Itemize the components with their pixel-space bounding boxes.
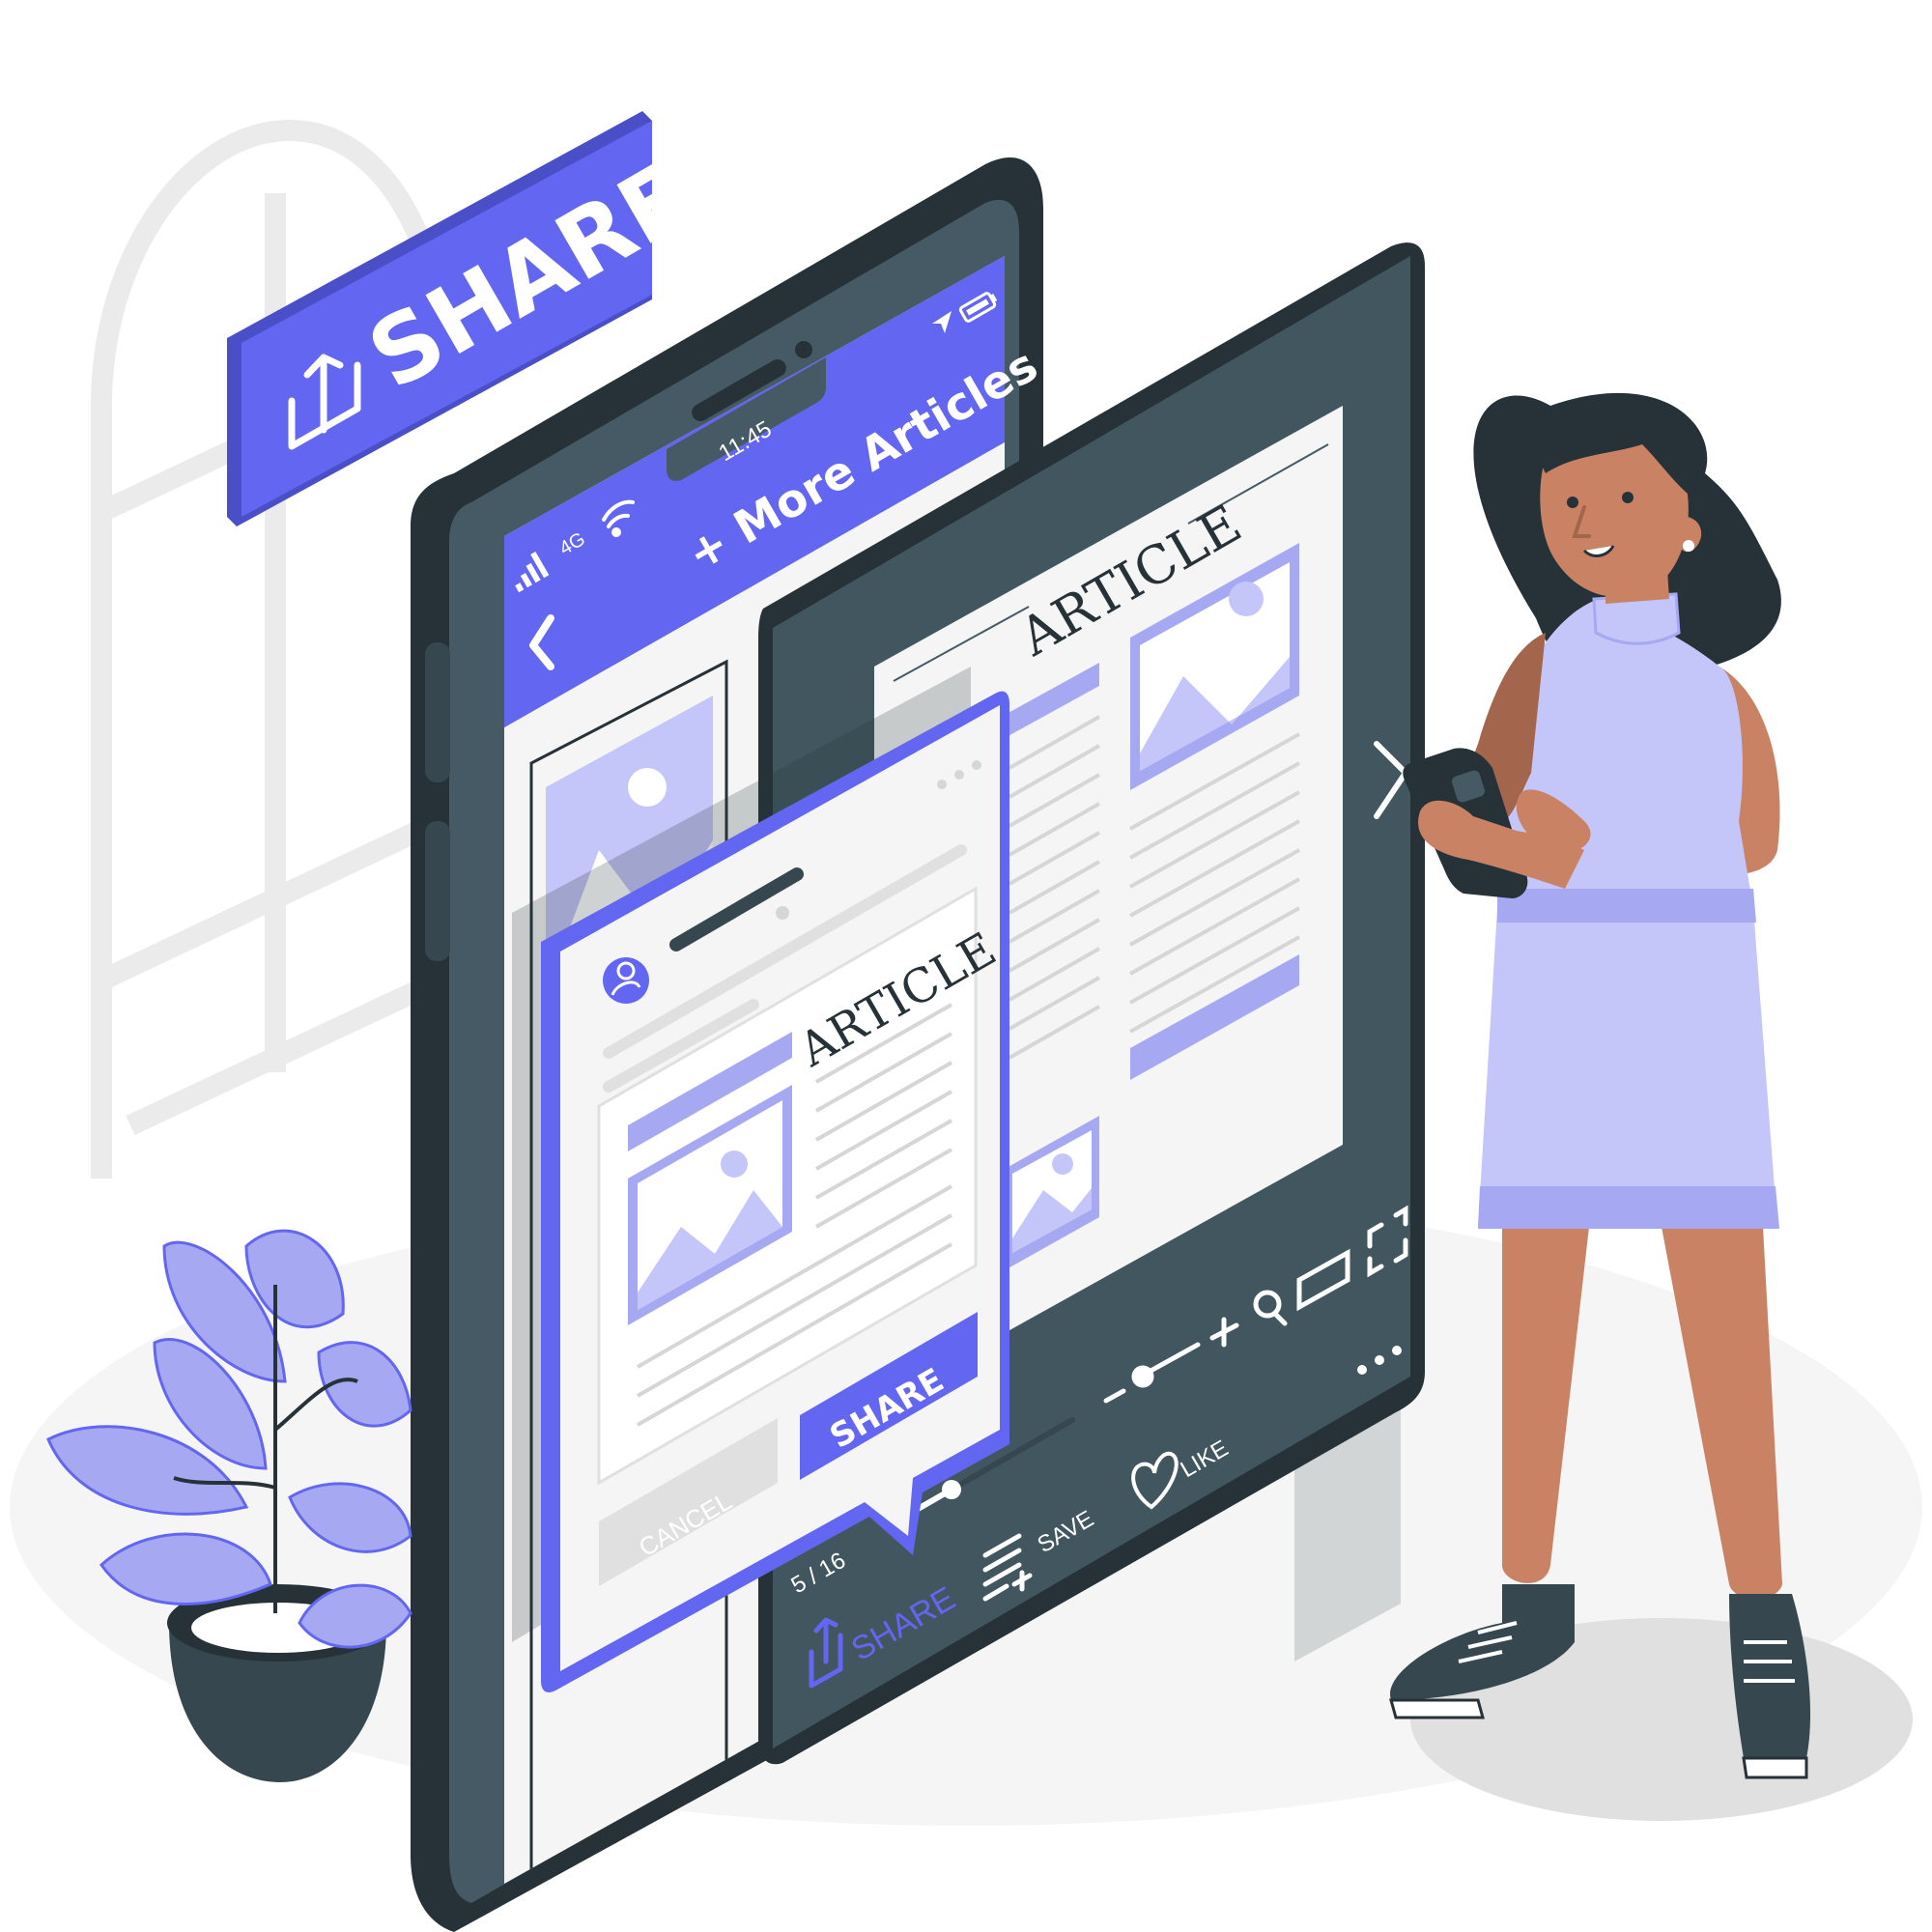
slider-knob (1131, 1365, 1154, 1388)
eye (1567, 497, 1578, 508)
dress-hem (1478, 1186, 1779, 1229)
image-placeholder-icon (1052, 1153, 1073, 1175)
earring (1683, 540, 1694, 552)
image-placeholder-icon (628, 768, 667, 807)
side-button (425, 821, 450, 961)
side-button (425, 642, 450, 782)
reading-app-illustration: 11:45 4G + More Articles ARTICLE 5 / 16 … (10, 111, 1922, 1932)
dress-waistband (1497, 889, 1756, 923)
image-placeholder-icon (1229, 582, 1264, 616)
illustration-canvas: 11:45 4G + More Articles ARTICLE 5 / 16 … (0, 0, 1932, 1932)
front-camera (795, 341, 812, 358)
eye (1622, 492, 1634, 503)
